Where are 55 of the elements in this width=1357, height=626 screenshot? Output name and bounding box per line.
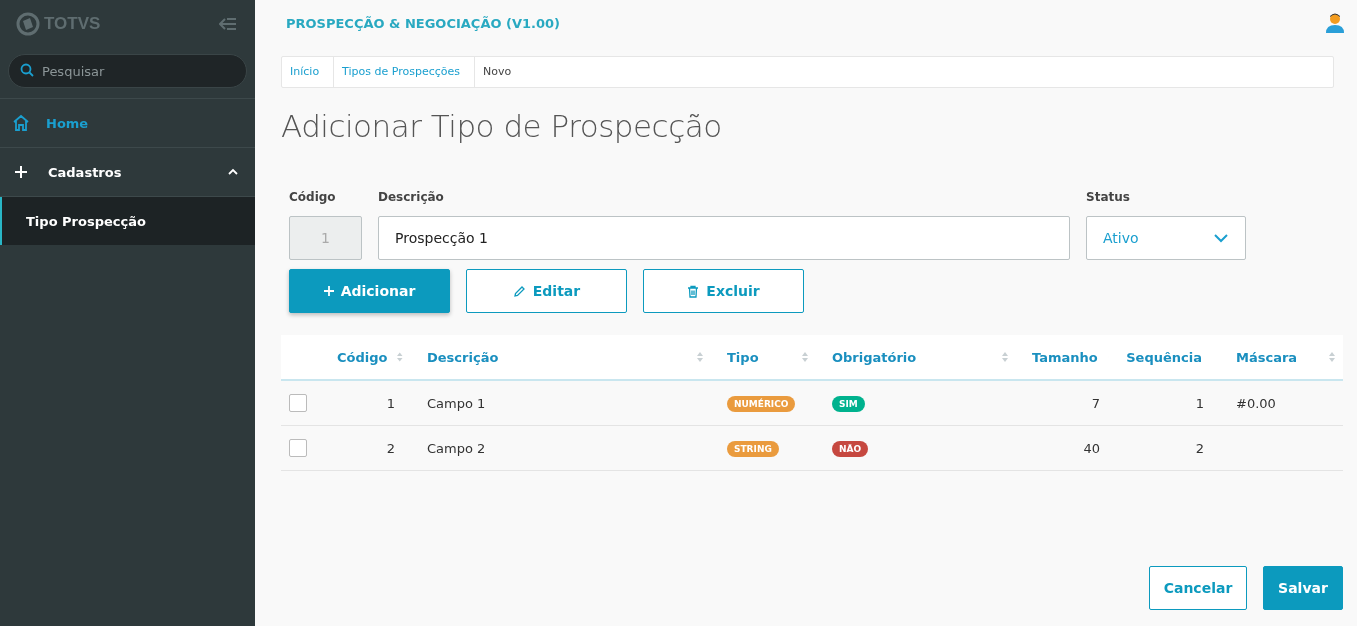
column-header[interactable]: Descrição	[411, 349, 711, 365]
sort-icon	[1329, 352, 1335, 362]
column-header[interactable]: Tipo	[711, 349, 816, 365]
user-avatar-icon[interactable]	[1325, 12, 1345, 34]
table-cell-text: 40	[1082, 440, 1101, 456]
row-checkbox[interactable]	[289, 394, 307, 412]
sort-icon	[802, 352, 808, 362]
table-cell-text: 2	[1194, 440, 1205, 456]
field-label: Descrição	[378, 190, 445, 204]
table-cell-text: Campo 2	[426, 440, 487, 456]
save-button[interactable]: Salvar	[1263, 566, 1343, 610]
cancel-button[interactable]: Cancelar	[1149, 566, 1247, 610]
type-tag: NUMÉRICO	[727, 395, 796, 412]
table-cell-text: Campo 1	[426, 395, 487, 411]
plus-icon	[323, 286, 334, 296]
type-tag: STRING	[727, 440, 779, 457]
app-title: PROSPECÇÃO & NEGOCIAÇÃO (V1.00)	[286, 15, 561, 31]
sort-icon	[1002, 352, 1008, 362]
sort-icon	[697, 352, 703, 362]
search-icon	[20, 63, 34, 77]
field-label: Status	[1086, 190, 1131, 204]
column-header[interactable]: Sequência	[1116, 349, 1220, 365]
nav-subitem[interactable]: Tipo Prospecção	[0, 197, 255, 245]
edit-button[interactable]: Editar	[466, 269, 627, 313]
delete-button[interactable]: Excluir	[643, 269, 804, 313]
column-header[interactable]: Obrigatório	[816, 349, 1016, 365]
chevron-down-icon	[1213, 233, 1229, 243]
breadcrumb-item[interactable]: Tipos de Prospecções	[334, 57, 475, 87]
required-tag: NÃO	[832, 440, 869, 457]
breadcrumb-item[interactable]: Início	[282, 57, 335, 87]
breadcrumb-item: Novo	[482, 64, 513, 80]
status-select[interactable]: Ativo	[1086, 216, 1246, 260]
description-field[interactable]: Prospecção 1	[378, 216, 1070, 260]
column-header[interactable]: Código	[321, 349, 411, 365]
table-cell-text: 2	[385, 440, 396, 456]
row-checkbox[interactable]	[289, 439, 307, 457]
sort-icon	[397, 352, 403, 362]
table-cell-text: 1	[1194, 395, 1205, 411]
logo-icon	[16, 12, 40, 36]
table-cell-text: 7	[1090, 395, 1101, 411]
plus-icon	[14, 165, 28, 179]
table-cell-text: #0.00	[1235, 395, 1277, 411]
field-label: Código	[289, 190, 337, 204]
pencil-icon	[512, 284, 526, 298]
add-button[interactable]: Adicionar	[289, 269, 450, 313]
required-tag: SIM	[832, 395, 865, 412]
column-header[interactable]: Máscara	[1220, 349, 1343, 365]
page-title: Adicionar Tipo de Prospecção	[281, 108, 723, 144]
chevron-icon	[227, 168, 239, 176]
trash-icon	[687, 284, 700, 298]
collapse-menu-icon[interactable]	[219, 17, 237, 31]
column-header[interactable]: Tamanho	[1016, 349, 1116, 365]
home-icon	[12, 114, 30, 132]
table-cell-text: 1	[385, 395, 396, 411]
search-field[interactable]: Pesquisar	[8, 54, 247, 88]
